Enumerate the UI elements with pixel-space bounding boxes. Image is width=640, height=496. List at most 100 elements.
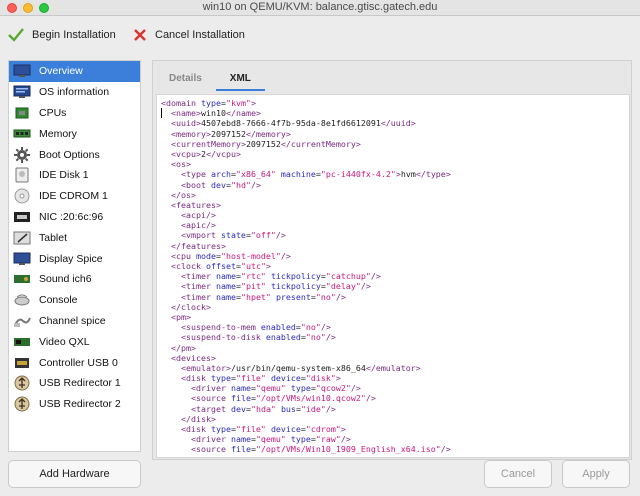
sidebar-item-display-spice[interactable]: Display Spice: [9, 248, 140, 269]
sidebar-item-nic-20-6c-96[interactable]: NIC :20:6c:96: [9, 207, 140, 228]
console-icon: [12, 292, 32, 308]
xml-line: <name>win10</name>: [171, 108, 261, 119]
sidebar-item-label: IDE Disk 1: [39, 169, 89, 182]
window-titlebar: win10 on QEMU/KVM: balance.gtisc.gatech.…: [0, 0, 640, 16]
toolbar: Begin Installation Cancel Installation: [0, 16, 640, 54]
sidebar-item-cpus[interactable]: CPUs: [9, 103, 140, 124]
cpu-icon: [12, 105, 32, 121]
sidebar-item-console[interactable]: Console: [9, 290, 140, 311]
cdrom-icon: [12, 188, 32, 204]
sidebar-item-label: Boot Options: [39, 148, 100, 161]
nic-icon: [12, 209, 32, 225]
sidebar-item-video-qxl[interactable]: Video QXL: [9, 331, 140, 352]
xml-line: <disk type="file" device="disk">: [180, 373, 341, 384]
xml-line: </os>: [171, 189, 196, 200]
cancel-installation-button[interactable]: Cancel Installation: [133, 24, 245, 46]
xml-line: <vmport state="off"/>: [180, 230, 286, 241]
xml-editor[interactable]: <domain type="kvm"> <name>win10</name> <…: [156, 94, 630, 458]
sidebar-item-usb-redirector-1[interactable]: USB Redirector 1: [9, 373, 140, 394]
xml-line: <suspend-to-mem enabled="no"/>: [180, 322, 331, 333]
sidebar-item-label: Display Spice: [39, 252, 103, 265]
xml-line: <source file="/opt/VMs/win10.qcow2"/>: [190, 393, 376, 404]
xml-line: <timer name="rtc" tickpolicy="catchup"/>: [180, 271, 381, 282]
xml-line: <target dev="hdb" bus="ide"/>: [161, 455, 629, 457]
begin-installation-label: Begin Installation: [32, 29, 116, 41]
usb-icon: [12, 375, 32, 391]
xml-line: </clock>: [171, 301, 211, 312]
sidebar-item-label: Overview: [39, 65, 83, 78]
sidebar-item-os-information[interactable]: OS information: [9, 82, 140, 103]
checkmark-icon: [8, 28, 24, 42]
xml-line: <source file="/opt/VMs/Win10_1909_Englis…: [190, 444, 451, 455]
xml-line: <memory>2097152</memory>: [171, 128, 291, 139]
xml-line: <pm>: [171, 311, 191, 322]
sidebar-item-overview[interactable]: Overview: [9, 61, 140, 82]
memory-icon: [12, 126, 32, 142]
xml-line: </features>: [171, 240, 226, 251]
begin-installation-button[interactable]: Begin Installation: [8, 24, 116, 46]
xml-line: <type arch="x86_64" machine="pc-i440fx-4…: [180, 169, 451, 180]
sidebar-item-label: USB Redirector 1: [39, 377, 121, 390]
xml-line: <acpi/>: [180, 210, 216, 221]
sidebar-item-label: CPUs: [39, 106, 67, 119]
sidebar-item-label: Controller USB 0: [39, 356, 118, 369]
channel-icon: [12, 313, 32, 329]
overview-icon: [12, 63, 32, 79]
sidebar-item-ide-disk-1[interactable]: IDE Disk 1: [9, 165, 140, 186]
sidebar-item-sound-ich6[interactable]: Sound ich6: [9, 269, 140, 290]
sidebar-item-label: OS information: [39, 86, 110, 99]
xml-line: <uuid>4507ebd8-7666-4f7b-95da-8e1fd66120…: [171, 118, 416, 129]
xml-line: <os>: [171, 159, 191, 170]
sidebar-item-tablet[interactable]: Tablet: [9, 227, 140, 248]
xml-line: </pm>: [171, 342, 196, 353]
xml-line: <driver name="qemu" type="qcow2"/>: [190, 383, 361, 394]
os-info-icon: [12, 84, 32, 100]
xml-line: <domain type="kvm">: [161, 98, 256, 108]
sound-icon: [12, 271, 32, 287]
xml-line: <timer name="pit" tickpolicy="delay"/>: [180, 281, 371, 292]
sidebar-item-label: Memory: [39, 127, 77, 140]
cancel-x-icon: [134, 29, 146, 41]
display-icon: [12, 251, 32, 267]
xml-line: <timer name="hpet" present="no"/>: [180, 291, 346, 302]
apply-button[interactable]: Apply: [562, 460, 630, 488]
hardware-list: Overview OS information CPUs Memory Boot Opt…: [8, 60, 141, 452]
tab-bar: Details XML: [153, 61, 631, 91]
sidebar-item-label: Console: [39, 294, 78, 307]
add-hardware-button[interactable]: Add Hardware: [8, 460, 141, 488]
tab-xml[interactable]: XML: [215, 73, 266, 91]
sidebar-item-label: IDE CDROM 1: [39, 190, 108, 203]
controller-icon: [12, 355, 32, 371]
sidebar-item-memory[interactable]: Memory: [9, 123, 140, 144]
tab-details[interactable]: Details: [169, 73, 202, 91]
sidebar-item-boot-options[interactable]: Boot Options: [9, 144, 140, 165]
xml-line: </disk>: [180, 413, 216, 424]
xml-line: <emulator>/usr/bin/qemu-system-x86_64</e…: [180, 362, 421, 373]
usb-icon: [12, 396, 32, 412]
xml-line: <target dev="hda" bus="ide"/>: [190, 403, 336, 414]
sidebar-item-controller-usb-0[interactable]: Controller USB 0: [9, 352, 140, 373]
xml-line: <suspend-to-disk enabled="no"/>: [180, 332, 336, 343]
sidebar-item-channel-spice[interactable]: Channel spice: [9, 311, 140, 332]
xml-line: <devices>: [171, 352, 216, 363]
sidebar-item-ide-cdrom-1[interactable]: IDE CDROM 1: [9, 186, 140, 207]
xml-line: <apic/>: [180, 220, 216, 231]
xml-line: <boot dev="hd"/>: [180, 179, 261, 190]
sidebar-item-label: Sound ich6: [39, 273, 92, 286]
window-title: win10 on QEMU/KVM: balance.gtisc.gatech.…: [202, 1, 438, 13]
xml-line: <cpu mode="host-model"/>: [171, 250, 291, 261]
cancel-button[interactable]: Cancel: [484, 460, 552, 488]
xml-line: <vcpu>2</vcpu>: [171, 148, 241, 159]
sidebar-item-label: Video QXL: [39, 335, 90, 348]
gear-icon: [12, 146, 32, 163]
xml-line: <currentMemory>2097152</currentMemory>: [171, 138, 361, 149]
xml-line: <driver name="qemu" type="raw"/>: [190, 434, 351, 445]
text-caret: [161, 108, 162, 118]
xml-line: <clock offset="utc">: [171, 261, 271, 271]
disk-icon: [12, 167, 32, 183]
sidebar-item-usb-redirector-2[interactable]: USB Redirector 2: [9, 394, 140, 415]
tablet-icon: [12, 230, 32, 246]
sidebar-item-label: Channel spice: [39, 314, 106, 327]
sidebar-item-label: Tablet: [39, 231, 68, 244]
video-icon: [12, 334, 32, 350]
